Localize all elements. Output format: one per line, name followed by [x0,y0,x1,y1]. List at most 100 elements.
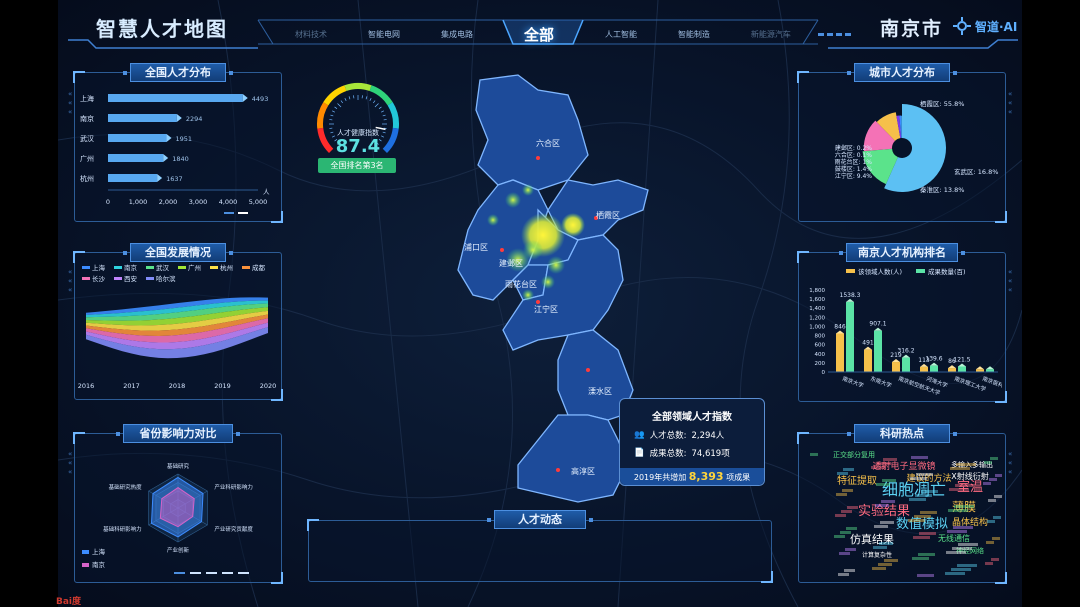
legend-swatch [82,266,90,269]
legend-label: 上海 [92,547,106,556]
word-cloud-filler [945,572,965,575]
tab-smart-grid[interactable]: 智能电网 [366,29,402,40]
axis-tick-label: 2,000 [159,198,178,206]
word-cloud-filler [921,490,938,493]
word-cloud-filler [983,482,991,485]
word-cloud-term: 无线通信 [938,533,970,543]
tooltip-result-value: 74,619项 [691,449,730,459]
legend-swatch [178,266,186,269]
word-cloud-filler [879,542,893,545]
word-cloud-filler [841,510,852,513]
word-cloud-filler [912,557,929,560]
tooltip-foot-prefix: 2019年共增加 [633,473,687,482]
bar-arrow [163,154,169,162]
bar [874,330,882,372]
hotspot-word-cloud: 细胞凋亡实验结果数值模拟室温薄膜仿真结果特征提取 建议的方法透射电子显微镜晶体结构… [810,450,1002,577]
tab-all[interactable]: 全部 [512,24,566,45]
axis-tick-label: 4,000 [219,198,238,206]
gauge-arc-segment [369,85,393,106]
word-cloud-filler [915,494,932,497]
word-cloud-filler [918,553,935,556]
category-tabs: 材料技术 智能电网 集成电路 全部 人工智能 智能制造 新能源汽车 [293,22,793,46]
brand-logo: 智道·AI [953,17,1017,35]
pie-label-qinhuai: 秦淮区: 13.8% [920,185,964,194]
pie-label-liuhe: 六合区: 0.1% [835,151,872,159]
legend-label: 该领域人数(人) [858,267,902,276]
bar-value-label: 121.5 [953,356,970,363]
tooltip-talent-value: 2,294人 [691,431,725,441]
legend-swatch [114,266,122,269]
tab-smart-manufacturing[interactable]: 智能制造 [676,29,712,40]
bar-value-label: 2294 [186,115,203,123]
legend-label: 西安 [124,274,138,283]
bar-cap [920,363,928,367]
word-cloud-filler [946,551,966,554]
tab-ic[interactable]: 集成电路 [439,29,475,40]
word-cloud-filler [947,530,967,533]
tab-ai[interactable]: 人工智能 [603,29,639,40]
map-tooltip: 全部领域人才指数 👥 人才总数: 2,294人 📄 成果总数: 74,619项 … [619,398,765,486]
word-cloud-filler [842,489,853,492]
word-cloud-filler [877,462,891,465]
radar-axis-label: 产业科研影响力 [214,483,253,491]
side-deco: ««« [68,268,73,294]
city-distribution-chart: 栖霞区: 55.8% 玄武区: 16.8% 秦淮区: 13.8% 建邺区: 0.2%六… [835,99,999,194]
district-gaochun [517,414,629,503]
tab-new-energy-vehicle[interactable]: 新能源汽车 [749,29,793,40]
brand-text: 智道·AI [975,19,1018,34]
word-cloud-filler [836,493,847,496]
axis-unit-label: 人 [263,188,270,196]
national-distribution-chart: 上海 4493 南京 2294 武汉 1951 广州 1840 杭州 1637 0 1,000 2,00… [80,94,270,214]
gauge-tick [372,100,376,104]
word-cloud-filler [953,526,973,529]
legend-swatch [82,277,90,280]
people-icon: 👥 [634,430,645,440]
word-cloud-filler [834,535,845,538]
bar [920,366,928,372]
axis-year-label: 2019 [214,382,231,390]
word-cloud-filler [882,479,896,482]
institution-title: 南京人才机构排名 [839,243,965,262]
word-cloud-filler [846,527,857,530]
tab-materials[interactable]: 材料技术 [293,29,329,40]
legend-label: 杭州 [220,263,233,272]
province-radar-chart: 基础研究产业科研影响力产业研究贡献度产业创新 基础科研影响力 基础研究热度上海南京 [82,462,253,574]
rank-badge: 全国排名第3名 [318,158,396,173]
word-cloud-filler [884,559,898,562]
y-tick-label: 1,600 [809,297,825,303]
label-pukou: 浦口区 [464,242,488,252]
label-yuhua: 雨花台区 [505,279,537,289]
pie-label-xuanwu: 玄武区: 16.8% [954,167,998,176]
y-tick-label: 1,000 [809,324,825,330]
bar-category-label: 武汉 [80,134,94,143]
label-jianye: 建邺区 [499,258,523,268]
gauge-tick [348,96,351,100]
bar-value-label: 139.6 [925,356,942,363]
bar [930,365,938,372]
bar [108,94,243,102]
x-category-label: 南京大学 [841,374,865,389]
bar-cap [864,346,872,350]
legend-label: 长沙 [92,274,106,283]
legend-label: 成都 [252,263,266,272]
word-cloud-filler [991,558,999,561]
bar [108,174,158,182]
bar-cap [902,354,910,358]
bar-value-label: 1637 [166,175,183,183]
brand-gear-icon [953,17,971,35]
legend-swatch [114,277,122,280]
x-category-label: 东南大学 [869,374,893,389]
pie-label-yuhua: 雨花台区: 1% [835,158,873,166]
word-cloud-filler [993,516,1001,519]
page-dot-active [238,212,248,214]
word-cloud-filler [992,537,1000,540]
word-cloud-filler [871,466,885,469]
word-cloud-filler [916,473,933,476]
page-dot [206,572,217,574]
city-name: 南京市 [880,18,944,40]
bar-cap [836,330,844,334]
word-cloud-filler [878,563,892,566]
word-cloud-filler [810,453,818,456]
bar [836,333,844,372]
gauge-tick [374,103,379,108]
